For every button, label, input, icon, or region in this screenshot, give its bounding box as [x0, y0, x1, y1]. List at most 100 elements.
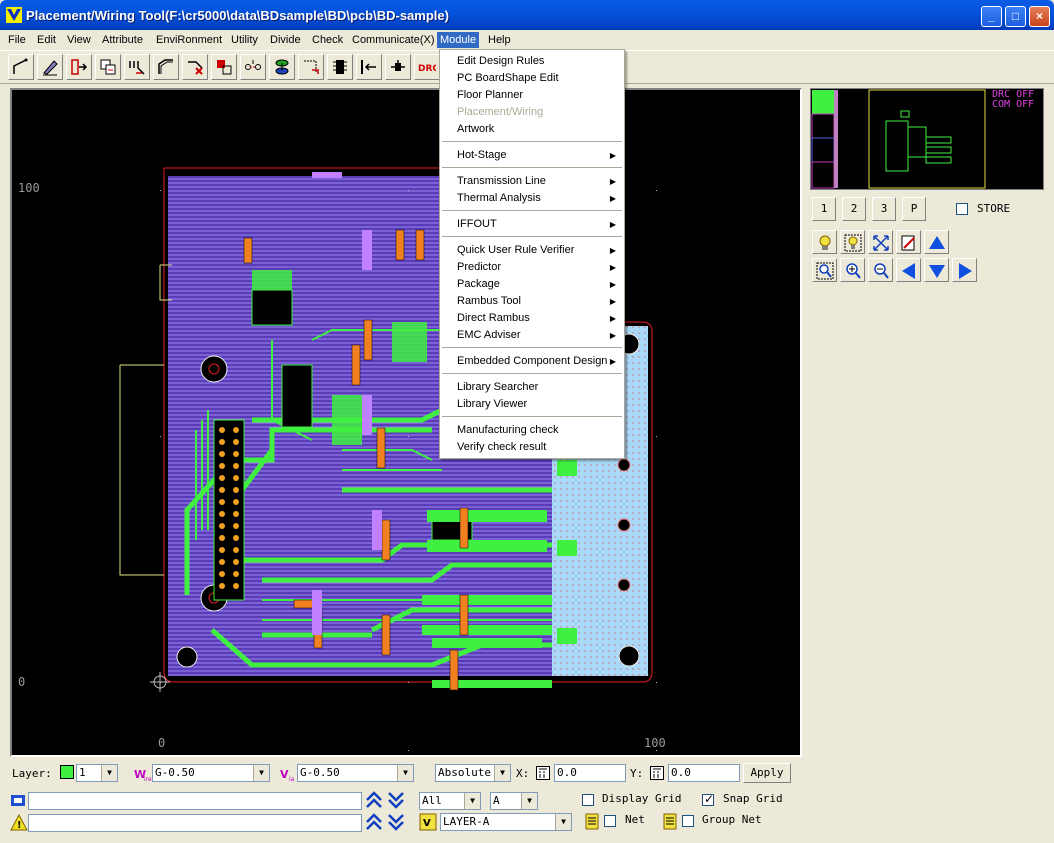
menu-item-embedded-component-design[interactable]: Embedded Component Design ▶ — [440, 353, 624, 370]
menu-file[interactable]: File — [5, 32, 29, 48]
group-net-checkbox[interactable] — [682, 815, 694, 827]
page-button-2[interactable]: 2 — [842, 197, 866, 221]
menu-item-verify-check-result[interactable]: Verify check result — [440, 439, 624, 456]
route-icon[interactable] — [124, 54, 150, 80]
via-icon[interactable] — [269, 54, 295, 80]
layer-name-select[interactable]: LAYER-A ▼ — [440, 813, 572, 831]
maximize-button[interactable]: □ — [1005, 6, 1026, 27]
menu-communicate[interactable]: Communicate(X) — [349, 32, 438, 48]
calculator-icon[interactable] — [650, 766, 664, 780]
menu-item-direct-rambus[interactable]: Direct Rambus ▶ — [440, 310, 624, 327]
calculator-icon[interactable] — [536, 766, 550, 780]
menu-separator — [442, 141, 622, 142]
snap-grid-label: Snap Grid — [723, 792, 783, 805]
x-coordinate-field[interactable]: 0.0 — [554, 764, 626, 782]
menu-item-transmission-line[interactable]: Transmission Line ▶ — [440, 173, 624, 190]
pcb-canvas[interactable]: 100 0 0 100 — [10, 88, 802, 757]
grid-icon[interactable] — [327, 54, 353, 80]
wire-icon[interactable] — [153, 54, 179, 80]
page-button-p[interactable]: P — [902, 197, 926, 221]
menu-item-edit-design-rules[interactable]: Edit Design Rules — [440, 53, 624, 70]
drc-button[interactable]: DRC — [414, 54, 440, 80]
menu-item-emc-adviser[interactable]: EMC Adviser ▶ — [440, 327, 624, 344]
menu-item-library-searcher[interactable]: Library Searcher — [440, 379, 624, 396]
page-button-1[interactable]: 1 — [812, 197, 836, 221]
minimize-button[interactable]: _ — [981, 6, 1002, 27]
menu-item-label: Library Viewer — [457, 398, 528, 410]
svg-text:V: V — [423, 818, 431, 829]
menu-utility[interactable]: Utility — [228, 32, 261, 48]
menu-item-label: Rambus Tool — [457, 295, 521, 307]
line-icon[interactable] — [8, 54, 34, 80]
menu-help[interactable]: Help — [485, 32, 514, 48]
coord-mode-select[interactable]: Absolute ▼ — [435, 764, 511, 782]
scroll-up-icon[interactable] — [364, 790, 384, 810]
arrow-up-icon[interactable] — [924, 230, 949, 254]
align-icon[interactable] — [356, 54, 382, 80]
scroll-down-icon[interactable] — [386, 790, 406, 810]
menu-item-library-viewer[interactable]: Library Viewer — [440, 396, 624, 413]
net-checkbox[interactable] — [604, 815, 616, 827]
connect-icon[interactable] — [240, 54, 266, 80]
drc-com-status: DRC OFF COM OFF — [992, 90, 1034, 110]
menu-item-package[interactable]: Package ▶ — [440, 276, 624, 293]
layer-select[interactable]: 1 ▼ — [76, 764, 118, 782]
bulb-select-icon[interactable] — [840, 230, 865, 254]
menu-module[interactable]: Module — [437, 32, 480, 48]
menu-item-label: Manufacturing check — [457, 424, 559, 436]
menu-divide[interactable]: Divide — [267, 32, 304, 48]
group-net-list-icon[interactable] — [662, 813, 680, 831]
filter-all-select[interactable]: All ▼ — [419, 792, 481, 810]
bulb-icon[interactable] — [812, 230, 837, 254]
prompt-field[interactable] — [28, 814, 362, 832]
wire-width-select[interactable]: G-0.50 ▼ — [152, 764, 270, 782]
menu-item-label: IFFOUT — [457, 218, 497, 230]
menu-check[interactable]: Check — [309, 32, 346, 48]
menu-item-floor-planner[interactable]: Floor Planner — [440, 87, 624, 104]
menu-item-artwork[interactable]: Artwork — [440, 121, 624, 138]
menu-item-label: Quick User Rule Verifier — [457, 244, 575, 256]
svg-text:V: V — [280, 768, 289, 781]
move-icon[interactable] — [66, 54, 92, 80]
arrow-left-icon[interactable] — [896, 258, 921, 282]
y-coordinate-field[interactable]: 0.0 — [668, 764, 740, 782]
menu-edit[interactable]: Edit — [34, 32, 59, 48]
menu-item-rambus-tool[interactable]: Rambus Tool ▶ — [440, 293, 624, 310]
message-field[interactable] — [28, 792, 362, 810]
menu-item-label: Placement/Wiring — [457, 106, 544, 118]
menu-attribute[interactable]: Attribute — [99, 32, 146, 48]
zoom-out-icon[interactable] — [868, 258, 893, 282]
menu-item-quick-user-rule-verifier[interactable]: Quick User Rule Verifier ▶ — [440, 242, 624, 259]
filter-a-select[interactable]: A ▼ — [490, 792, 538, 810]
menu-view[interactable]: View — [64, 32, 94, 48]
place-icon[interactable] — [385, 54, 411, 80]
via-select[interactable]: G-0.50 ▼ — [297, 764, 414, 782]
menu-item-thermal-analysis[interactable]: Thermal Analysis ▶ — [440, 190, 624, 207]
page-button-3[interactable]: 3 — [872, 197, 896, 221]
snap-grid-checkbox[interactable] — [702, 792, 714, 806]
menu-item-iffout[interactable]: IFFOUT ▶ — [440, 216, 624, 233]
zoom-in-icon[interactable] — [840, 258, 865, 282]
close-button[interactable]: × — [1029, 6, 1050, 27]
scroll-up-icon[interactable] — [364, 812, 384, 832]
redraw-icon[interactable] — [896, 230, 921, 254]
menu-environment[interactable]: EnviRonment — [153, 32, 225, 48]
menu-item-pc-boardshape-edit[interactable]: PC BoardShape Edit — [440, 70, 624, 87]
unroute-icon[interactable] — [298, 54, 324, 80]
zoom-window-icon[interactable] — [812, 258, 837, 282]
menu-item-predictor[interactable]: Predictor ▶ — [440, 259, 624, 276]
store-checkbox[interactable] — [956, 203, 968, 215]
menu-item-hot-stage[interactable]: Hot-Stage ▶ — [440, 147, 624, 164]
edit-pen-icon[interactable] — [37, 54, 63, 80]
fit-icon[interactable] — [868, 230, 893, 254]
display-grid-checkbox[interactable] — [582, 794, 594, 806]
arrow-down-icon[interactable] — [924, 258, 949, 282]
apply-button[interactable]: Apply — [743, 763, 791, 783]
scroll-down-icon[interactable] — [386, 812, 406, 832]
copy-icon[interactable] — [95, 54, 121, 80]
delete-wire-icon[interactable] — [182, 54, 208, 80]
arrow-right-icon[interactable] — [952, 258, 977, 282]
menu-item-manufacturing-check[interactable]: Manufacturing check — [440, 422, 624, 439]
net-list-icon[interactable] — [584, 813, 602, 831]
rotate-icon[interactable] — [211, 54, 237, 80]
